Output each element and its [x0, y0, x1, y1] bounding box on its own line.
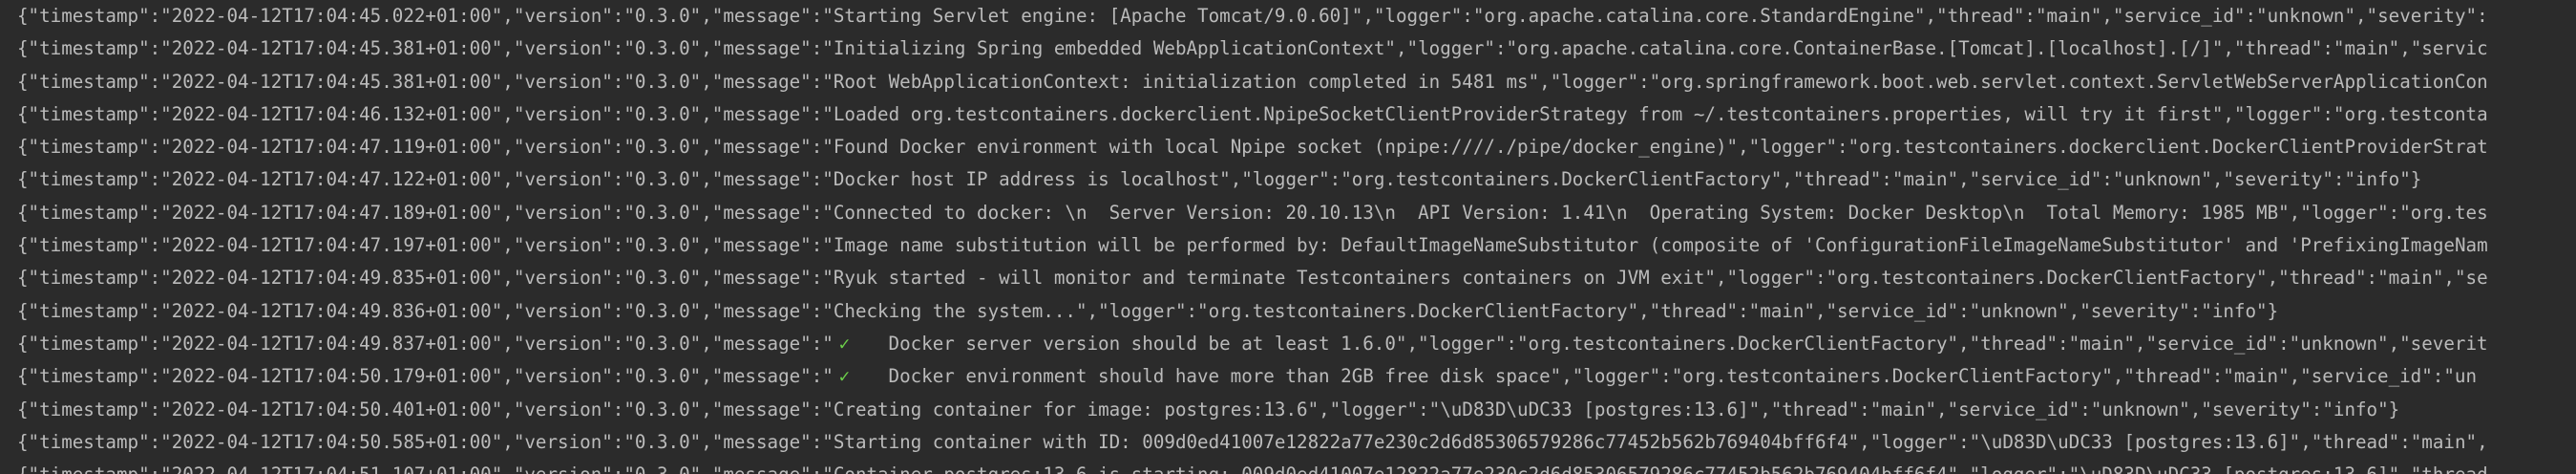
log-line[interactable]: {"timestamp":"2022-04-12T17:04:50.585+01… [17, 426, 2576, 459]
log-line-text: {"timestamp":"2022-04-12T17:04:45.381+01… [17, 70, 2488, 93]
log-line[interactable]: {"timestamp":"2022-04-12T17:04:45.022+01… [17, 0, 2576, 32]
log-line-text: {"timestamp":"2022-04-12T17:04:49.836+01… [17, 299, 2279, 322]
log-line[interactable]: {"timestamp":"2022-04-12T17:04:49.837+01… [17, 328, 2576, 360]
log-line[interactable]: {"timestamp":"2022-04-12T17:04:47.189+01… [17, 197, 2576, 229]
log-line[interactable]: {"timestamp":"2022-04-12T17:04:51.107+01… [17, 459, 2576, 474]
log-line[interactable]: {"timestamp":"2022-04-12T17:04:45.381+01… [17, 66, 2576, 98]
log-line[interactable]: {"timestamp":"2022-04-12T17:04:49.836+01… [17, 295, 2576, 328]
log-line-text: {"timestamp":"2022-04-12T17:04:51.107+01… [17, 463, 2488, 474]
log-line[interactable]: {"timestamp":"2022-04-12T17:04:45.381+01… [17, 32, 2576, 65]
log-line[interactable]: {"timestamp":"2022-04-12T17:04:50.401+01… [17, 394, 2576, 426]
log-line-text: {"timestamp":"2022-04-12T17:04:47.189+01… [17, 201, 2488, 224]
log-line[interactable]: {"timestamp":"2022-04-12T17:04:47.122+01… [17, 163, 2576, 196]
console-output[interactable]: {"timestamp":"2022-04-12T17:04:45.022+01… [0, 0, 2576, 474]
log-line-text-after: Docker environment should have more than… [855, 365, 2477, 388]
log-line-text: {"timestamp":"2022-04-12T17:04:45.381+01… [17, 37, 2488, 60]
log-line-text-after: Docker server version should be at least… [855, 332, 2488, 355]
log-lines: {"timestamp":"2022-04-12T17:04:45.022+01… [17, 0, 2576, 474]
log-line-text: {"timestamp":"2022-04-12T17:04:46.132+01… [17, 102, 2488, 125]
log-line[interactable]: {"timestamp":"2022-04-12T17:04:50.179+01… [17, 360, 2576, 393]
log-line-text: {"timestamp":"2022-04-12T17:04:50.585+01… [17, 430, 2488, 453]
log-line-text: {"timestamp":"2022-04-12T17:04:50.401+01… [17, 398, 2400, 420]
log-line-text-before: {"timestamp":"2022-04-12T17:04:49.837+01… [17, 332, 834, 355]
log-line-text: {"timestamp":"2022-04-12T17:04:47.197+01… [17, 234, 2488, 257]
log-line[interactable]: {"timestamp":"2022-04-12T17:04:46.132+01… [17, 98, 2576, 131]
log-line[interactable]: {"timestamp":"2022-04-12T17:04:47.119+01… [17, 131, 2576, 163]
log-line-text: {"timestamp":"2022-04-12T17:04:47.119+01… [17, 136, 2488, 159]
log-line-text-before: {"timestamp":"2022-04-12T17:04:50.179+01… [17, 365, 834, 388]
check-mark-icon: ✓ [838, 365, 851, 388]
log-line-text: {"timestamp":"2022-04-12T17:04:47.122+01… [17, 168, 2422, 191]
check-mark-icon: ✓ [838, 332, 851, 355]
log-line-text: {"timestamp":"2022-04-12T17:04:49.835+01… [17, 267, 2488, 290]
log-line[interactable]: {"timestamp":"2022-04-12T17:04:49.835+01… [17, 262, 2576, 294]
log-line[interactable]: {"timestamp":"2022-04-12T17:04:47.197+01… [17, 229, 2576, 262]
log-line-text: {"timestamp":"2022-04-12T17:04:45.022+01… [17, 5, 2488, 27]
